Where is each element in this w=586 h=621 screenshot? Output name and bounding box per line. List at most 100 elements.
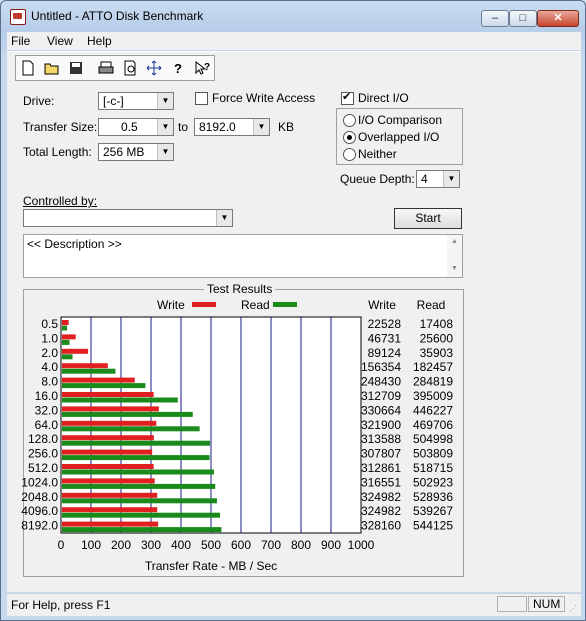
write-legend-swatch	[192, 302, 216, 307]
read-value: 395009	[413, 389, 453, 403]
write-value: 312709	[361, 389, 401, 403]
write-bar	[62, 334, 76, 340]
read-value: 446227	[413, 403, 453, 417]
move-icon[interactable]	[143, 57, 165, 79]
read-column-header: Read	[417, 298, 446, 312]
write-bar	[62, 521, 159, 527]
x-tick-label: 500	[201, 538, 221, 552]
x-tick-label: 400	[171, 538, 191, 552]
read-bar	[62, 383, 146, 389]
num-lock-indicator: NUM	[528, 596, 565, 612]
x-axis-label: Transfer Rate - MB / Sec	[145, 559, 277, 573]
window-title: Untitled - ATTO Disk Benchmark	[31, 9, 204, 23]
write-bar	[62, 392, 154, 397]
write-value: 330664	[361, 403, 401, 417]
read-bar	[62, 527, 222, 533]
app-window: Untitled - ATTO Disk Benchmark – □ ✕ Fil…	[0, 0, 586, 621]
open-folder-icon[interactable]	[41, 57, 63, 79]
read-bar	[62, 397, 178, 403]
plot-area: 0 100 200 300 400 500 600 700 800 900 1000 0.5 22528…	[21, 316, 454, 552]
read-bar	[62, 354, 73, 360]
read-legend-swatch	[273, 302, 297, 307]
read-bar	[62, 426, 200, 432]
svg-text:?: ?	[204, 62, 210, 73]
read-value: 504998	[413, 432, 453, 446]
help-icon[interactable]: ?	[167, 57, 189, 79]
write-bar	[62, 406, 159, 412]
y-tick-label: 2048.0	[21, 490, 58, 504]
y-tick-label: 256.0	[28, 447, 58, 461]
save-icon[interactable]	[65, 57, 87, 79]
x-tick-label: 200	[111, 538, 131, 552]
read-bar	[62, 325, 68, 331]
write-value: 321900	[361, 418, 401, 432]
write-bar	[62, 435, 154, 441]
write-value: 89124	[368, 346, 402, 360]
read-bar	[62, 440, 210, 446]
menu-bar: File View Help	[7, 32, 581, 50]
read-value: 284819	[413, 375, 453, 389]
read-value: 25600	[420, 331, 454, 345]
print-preview-icon[interactable]	[119, 57, 141, 79]
write-bar	[62, 492, 158, 498]
write-value: 312861	[361, 461, 401, 475]
write-value: 156354	[361, 360, 401, 374]
write-bar	[62, 348, 89, 354]
write-value: 248430	[361, 375, 401, 389]
read-bar	[62, 483, 216, 489]
new-file-icon[interactable]	[17, 57, 39, 79]
status-pane-empty	[497, 596, 527, 612]
menu-view[interactable]: View	[47, 34, 73, 48]
y-tick-label: 128.0	[28, 432, 58, 446]
write-value: 307807	[361, 447, 401, 461]
write-value: 313588	[361, 432, 401, 446]
read-value: 182457	[413, 360, 453, 374]
y-tick-label: 32.0	[35, 403, 59, 417]
write-value: 316551	[361, 475, 401, 489]
minimize-button[interactable]: –	[481, 10, 509, 27]
read-value: 528936	[413, 490, 453, 504]
write-bar	[62, 377, 135, 383]
write-bar	[62, 420, 157, 426]
main-panel: Drive: [-c-] ▼ Force Write Access Transf…	[7, 82, 581, 592]
y-tick-label: 1.0	[41, 331, 58, 345]
app-icon	[10, 9, 26, 25]
resize-grip-icon[interactable]: ⋰	[569, 604, 579, 614]
x-tick-label: 300	[141, 538, 161, 552]
write-bar	[62, 507, 158, 513]
x-tick-label: 900	[321, 538, 341, 552]
read-value: 502923	[413, 475, 453, 489]
x-tick-label: 800	[291, 538, 311, 552]
read-bar	[62, 469, 214, 475]
toolbar: ? ?	[7, 51, 581, 83]
menu-help[interactable]: Help	[87, 34, 112, 48]
y-tick-label: 1024.0	[21, 475, 58, 489]
menu-file[interactable]: File	[11, 34, 30, 48]
y-tick-label: 0.5	[41, 317, 58, 331]
read-value: 539267	[413, 504, 453, 518]
write-value: 22528	[368, 317, 402, 331]
write-bar	[62, 363, 108, 369]
status-help-text: For Help, press F1	[11, 598, 111, 612]
maximize-button[interactable]: □	[509, 10, 537, 27]
y-tick-label: 16.0	[35, 389, 59, 403]
read-bar	[62, 455, 210, 461]
write-value: 46731	[368, 331, 402, 345]
write-value: 324982	[361, 490, 401, 504]
read-value: 35903	[420, 346, 454, 360]
read-value: 518715	[413, 461, 453, 475]
context-help-icon[interactable]: ?	[191, 57, 213, 79]
close-button[interactable]: ✕	[537, 10, 579, 27]
results-chart: Write Read Write Read Transfer Rate - MB…	[21, 298, 454, 573]
print-icon[interactable]	[95, 57, 117, 79]
write-legend-label: Write	[157, 298, 185, 312]
read-value: 503809	[413, 447, 453, 461]
x-tick-label: 700	[261, 538, 281, 552]
status-bar: For Help, press F1 NUM ⋰	[7, 593, 581, 616]
x-tick-label: 0	[58, 538, 65, 552]
write-bar	[62, 478, 155, 484]
read-value: 544125	[413, 519, 453, 533]
y-tick-label: 8192.0	[21, 519, 58, 533]
title-bar[interactable]: Untitled - ATTO Disk Benchmark – □ ✕	[1, 1, 585, 31]
read-legend-label: Read	[241, 298, 270, 312]
